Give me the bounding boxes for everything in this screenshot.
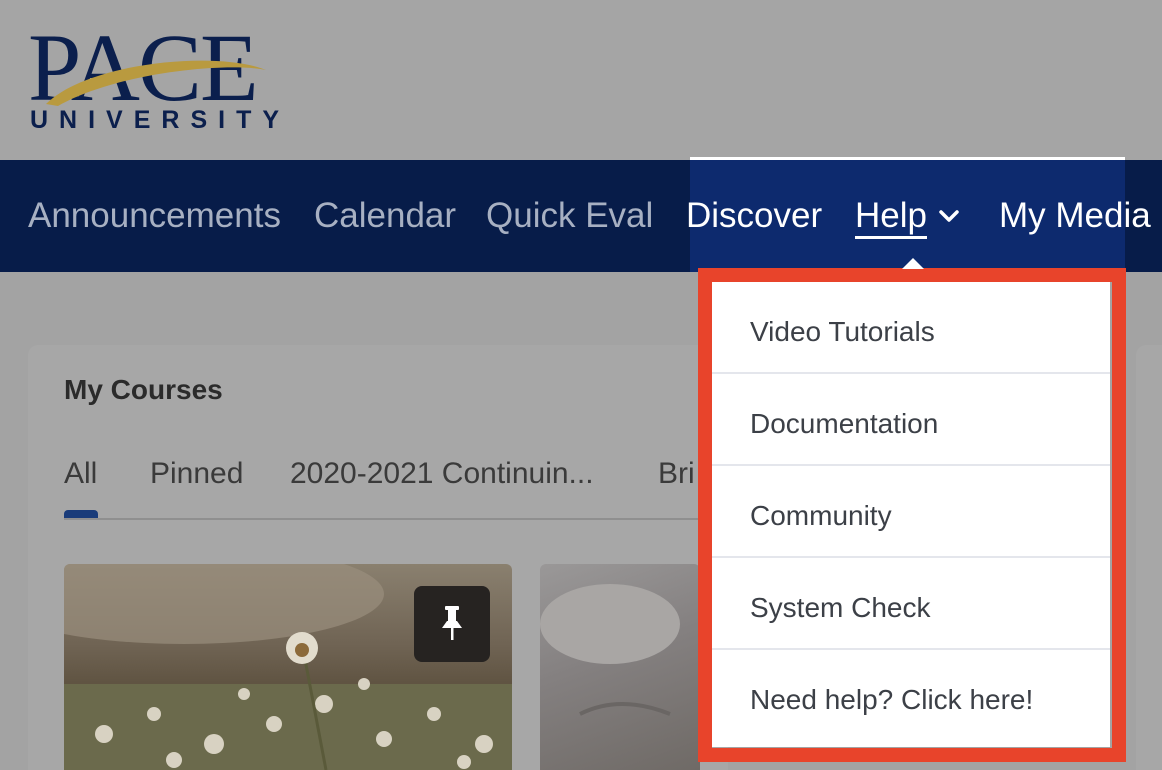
pace-university-logo[interactable]: PACE UNIVERSITY: [28, 20, 279, 135]
menu-item-label: Documentation: [750, 408, 939, 439]
active-tab-indicator: [64, 510, 98, 518]
pin-button[interactable]: [414, 586, 490, 662]
tabs-divider: [64, 518, 704, 520]
my-courses-title: My Courses: [64, 374, 223, 405]
menu-item-label: Video Tutorials: [750, 316, 935, 347]
tab-all[interactable]: All: [64, 457, 97, 491]
tab-pinned[interactable]: Pinned: [150, 457, 243, 491]
menu-item-label: System Check: [750, 592, 931, 623]
teacup-illustration: [540, 584, 680, 716]
menu-pointer: [902, 258, 924, 269]
nav-item-help-label: Help: [855, 196, 927, 239]
side-card: [1136, 345, 1162, 770]
nav-item-help[interactable]: Help: [855, 194, 927, 239]
help-dropdown-menu: Video Tutorials Documentation Community …: [712, 282, 1110, 747]
menu-item-community[interactable]: Community: [712, 466, 1110, 558]
menu-item-documentation[interactable]: Documentation: [712, 374, 1110, 466]
menu-item-need-help[interactable]: Need help? Click here!: [712, 650, 1110, 742]
nav-item-announcements[interactable]: Announcements: [28, 194, 281, 238]
menu-item-system-check[interactable]: System Check: [712, 558, 1110, 650]
nav-item-my-media[interactable]: My Media: [999, 194, 1151, 238]
nav-item-quick-eval[interactable]: Quick Eval: [486, 194, 653, 238]
nav-item-discover[interactable]: Discover: [686, 194, 822, 238]
tab-2020-2021-continuing[interactable]: 2020-2021 Continuin...: [290, 457, 594, 491]
logo-subtitle: UNIVERSITY: [30, 106, 291, 134]
menu-item-video-tutorials[interactable]: Video Tutorials: [712, 282, 1110, 374]
menu-item-label: Need help? Click here!: [750, 684, 1034, 715]
menu-item-label: Community: [750, 500, 892, 531]
chevron-down-icon[interactable]: [938, 208, 960, 224]
tab-bri[interactable]: Bri: [658, 457, 695, 491]
nav-item-calendar[interactable]: Calendar: [314, 194, 456, 238]
pin-icon: [442, 606, 462, 640]
course-image-teacup[interactable]: [540, 564, 700, 770]
